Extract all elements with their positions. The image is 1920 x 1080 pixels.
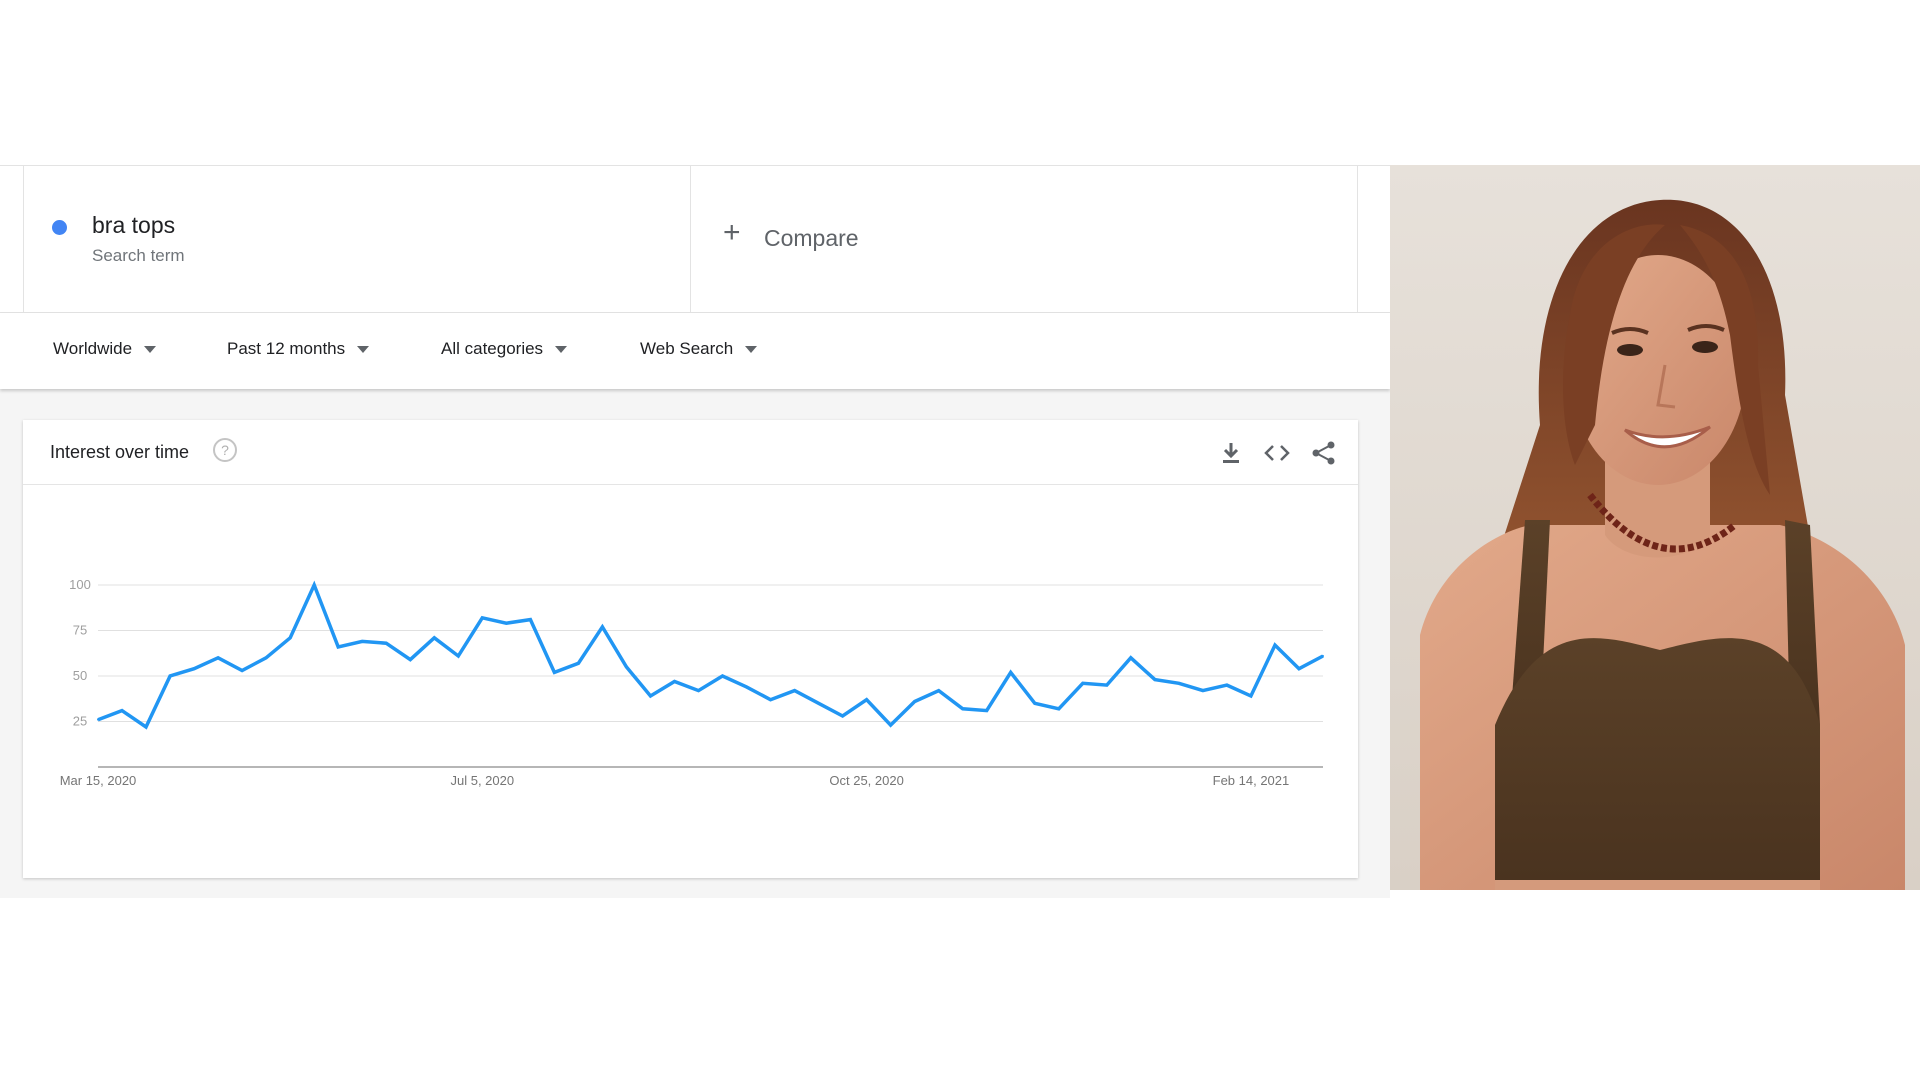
data-point[interactable] [649, 695, 652, 698]
series-line-bra-tops[interactable] [97, 580, 1324, 730]
data-point[interactable] [1201, 689, 1204, 692]
search-term-row: bra tops Search term + Compare [0, 165, 1390, 313]
data-point[interactable] [985, 709, 988, 712]
data-point[interactable] [1273, 644, 1276, 647]
data-point[interactable] [1249, 695, 1252, 698]
y-tick-label: 100 [69, 577, 91, 592]
caret-down-icon [357, 346, 370, 354]
data-point[interactable] [145, 725, 148, 728]
data-point[interactable] [553, 671, 556, 674]
data-point[interactable] [481, 616, 484, 619]
data-point[interactable] [817, 702, 820, 705]
data-point[interactable] [361, 640, 364, 643]
data-point[interactable] [1033, 702, 1036, 705]
filter-time-dropdown[interactable]: Past 12 months [227, 339, 370, 359]
download-icon[interactable] [1217, 440, 1245, 466]
model-photo [1390, 165, 1920, 890]
data-point[interactable] [385, 642, 388, 645]
series-color-dot [52, 220, 67, 235]
data-point[interactable] [409, 658, 412, 661]
data-point[interactable] [673, 680, 676, 683]
filter-location-label: Worldwide [53, 339, 133, 358]
filter-bar: Worldwide Past 12 months All categories … [0, 313, 1390, 389]
data-point[interactable] [97, 718, 99, 721]
data-point[interactable] [601, 625, 604, 628]
data-point[interactable] [313, 584, 316, 586]
data-point[interactable] [1225, 684, 1228, 687]
data-point[interactable] [865, 698, 868, 701]
data-point[interactable] [1081, 682, 1084, 685]
x-tick-label: Oct 25, 2020 [829, 773, 903, 788]
data-point[interactable] [1009, 671, 1012, 674]
data-point[interactable] [1297, 667, 1300, 670]
data-point[interactable] [721, 675, 724, 677]
data-point[interactable] [769, 698, 772, 701]
data-point[interactable] [529, 618, 532, 621]
data-point[interactable] [697, 689, 700, 692]
embed-code-icon[interactable] [1263, 440, 1291, 466]
data-point[interactable] [793, 689, 796, 692]
x-tick-label: Jul 5, 2020 [451, 773, 515, 788]
data-point[interactable] [1177, 682, 1180, 685]
data-point[interactable] [169, 675, 172, 677]
data-point[interactable] [577, 662, 580, 665]
data-point[interactable] [1105, 684, 1108, 687]
filter-search-type-label: Web Search [640, 339, 734, 358]
data-point[interactable] [241, 669, 244, 672]
data-point[interactable] [433, 636, 436, 639]
data-point[interactable] [121, 709, 124, 712]
data-point[interactable] [193, 667, 196, 670]
data-point[interactable] [1129, 656, 1132, 659]
x-tick-label: Feb 14, 2021 [1213, 773, 1290, 788]
compare-button[interactable]: + Compare [691, 166, 1358, 312]
data-point[interactable] [745, 685, 748, 688]
help-icon[interactable]: ? [213, 438, 237, 462]
filter-category-label: All categories [441, 339, 544, 358]
data-point[interactable] [1057, 707, 1060, 710]
data-point[interactable] [289, 636, 292, 639]
data-point[interactable] [961, 707, 964, 710]
caret-down-icon [555, 346, 568, 354]
filter-time-label: Past 12 months [227, 339, 346, 358]
data-point[interactable] [265, 656, 268, 659]
share-icon[interactable] [1310, 440, 1338, 466]
google-trends-panel: bra tops Search term + Compare Worldwide… [0, 165, 1390, 898]
data-point[interactable] [505, 622, 508, 625]
search-term-name[interactable]: bra tops [92, 212, 175, 239]
data-point[interactable] [889, 724, 892, 727]
data-point[interactable] [937, 689, 940, 692]
y-tick-label: 50 [73, 668, 87, 683]
data-point[interactable] [1322, 654, 1324, 657]
interest-over-time-card: Interest over time ? 25 50 75 100 Mar 15, 20… [23, 420, 1358, 878]
data-point[interactable] [1153, 678, 1156, 681]
interest-line-chart: 25 50 75 100 Mar 15, 2020 Jul 5, 2020 Oct 25, … [60, 577, 1324, 788]
data-point[interactable] [337, 645, 340, 648]
filter-search-type-dropdown[interactable]: Web Search [640, 339, 758, 359]
y-tick-label: 75 [73, 623, 87, 638]
search-term-label: Search term [92, 246, 185, 265]
y-tick-label: 25 [73, 714, 87, 729]
data-point[interactable] [913, 700, 916, 703]
compare-label: Compare [764, 225, 859, 251]
data-point[interactable] [625, 665, 628, 668]
caret-down-icon [745, 346, 758, 354]
chart-title: Interest over time [50, 442, 190, 462]
search-term-card[interactable]: bra tops Search term [23, 166, 691, 312]
plus-icon: + [723, 216, 741, 249]
filter-location-dropdown[interactable]: Worldwide [53, 339, 157, 359]
data-point[interactable] [217, 656, 220, 659]
x-tick-label: Mar 15, 2020 [60, 773, 137, 788]
data-point[interactable] [457, 654, 460, 657]
model-photo-image [1390, 165, 1920, 890]
filter-category-dropdown[interactable]: All categories [441, 339, 568, 359]
caret-down-icon [144, 346, 157, 354]
data-point[interactable] [841, 715, 844, 718]
chart-header: Interest over time ? [23, 420, 1358, 485]
